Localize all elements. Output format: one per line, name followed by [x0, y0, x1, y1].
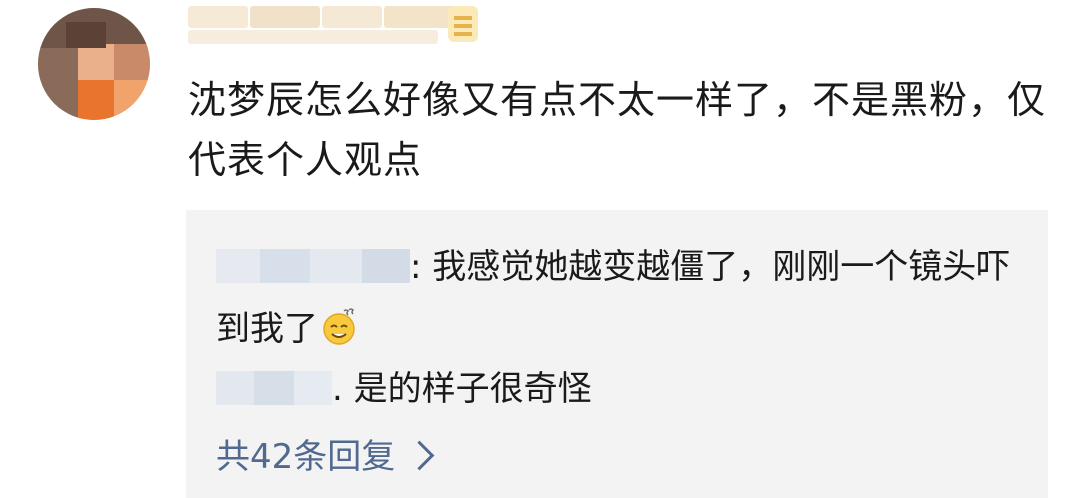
- username-obscured[interactable]: [188, 0, 484, 46]
- reply-username-obscured[interactable]: [216, 248, 410, 283]
- reply-separator: :: [410, 247, 433, 287]
- reply-separator: .: [332, 369, 354, 409]
- reply-username-obscured[interactable]: [216, 370, 332, 405]
- sweat-smile-icon: [323, 307, 355, 345]
- view-all-replies-link[interactable]: 共42条回复: [216, 432, 435, 482]
- reply-item[interactable]: . 是的样子很奇怪: [216, 358, 1016, 420]
- level-badge-icon: [448, 6, 478, 42]
- reply-item[interactable]: : 我感觉她越变越僵了，刚刚一个镜头吓到我了: [216, 236, 1016, 360]
- comment-text: 沈梦辰怎么好像又有点不太一样了，不是黑粉，仅代表个人观点: [188, 78, 1047, 182]
- reply-text: 是的样子很奇怪: [353, 369, 592, 409]
- comment-card: 沈梦辰怎么好像又有点不太一样了，不是黑粉，仅代表个人观点 : 我感觉她越变越僵了…: [0, 0, 1080, 498]
- more-replies-label: 共42条回复: [216, 437, 396, 477]
- chevron-right-icon: [404, 440, 435, 471]
- avatar[interactable]: [38, 8, 150, 120]
- reply-preview-box[interactable]: : 我感觉她越变越僵了，刚刚一个镜头吓到我了 . 是的样子很奇怪 共42条回复: [186, 210, 1048, 498]
